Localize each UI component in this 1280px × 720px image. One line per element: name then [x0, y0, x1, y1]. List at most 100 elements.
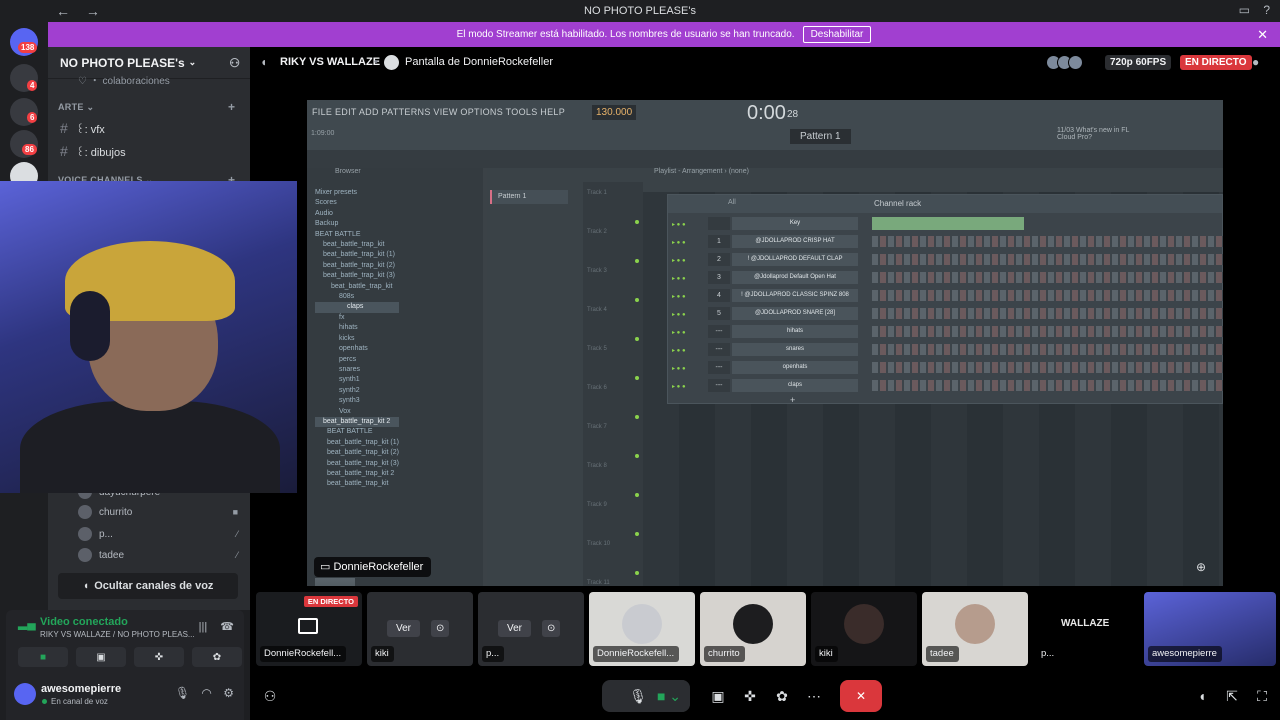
- channel-name[interactable]: openhats: [732, 361, 858, 374]
- tree-item[interactable]: beat_battle_trap_kit: [315, 479, 399, 489]
- voice-user[interactable]: tadee ⁄: [78, 548, 238, 562]
- channel-row[interactable]: ▸ ● ● --- snares: [672, 343, 1223, 357]
- tree-item[interactable]: beat_battle_trap_kit: [315, 240, 399, 250]
- track-label[interactable]: Track 7: [587, 424, 607, 430]
- inbox-icon[interactable]: ▭: [1239, 3, 1250, 17]
- voice-location[interactable]: RIKY VS WALLAZE / NO PHOTO PLEAS...: [40, 630, 195, 639]
- channel-name[interactable]: @JDOLLAPROD CRISP HAT: [732, 235, 858, 248]
- channel-row[interactable]: ▸ ● ● 3 @Jdollaprod Default Open Hat: [672, 271, 1223, 285]
- tree-item[interactable]: Audio: [315, 209, 399, 219]
- popout-icon[interactable]: ⊙: [431, 620, 450, 637]
- add-user-icon[interactable]: ⚇: [260, 680, 280, 712]
- step-sequencer[interactable]: [872, 254, 1223, 265]
- channel-item-dibujos[interactable]: # ꒰: dibujos: [60, 143, 126, 159]
- channel-row[interactable]: ▸ ● ● 5 @JDOLLAPROD SNARE [28]: [672, 307, 1223, 321]
- soundboard-icon[interactable]: ✿: [772, 680, 792, 712]
- voice-status[interactable]: Video conectado: [40, 616, 128, 628]
- add-user-icon[interactable]: ⚇: [229, 56, 240, 70]
- tree-item[interactable]: openhats: [315, 344, 399, 354]
- mic-icon[interactable]: 🎙︎: [175, 686, 190, 700]
- track-label[interactable]: Track 6: [587, 385, 607, 391]
- tree-item[interactable]: BEAT BATTLE: [315, 230, 399, 240]
- add-channel-icon[interactable]: +: [228, 100, 235, 114]
- channel-row[interactable]: ▸ ● ● --- hihats: [672, 325, 1223, 339]
- tree-item[interactable]: Mixer presets: [315, 188, 399, 198]
- screen-share-icon[interactable]: ▣: [708, 680, 728, 712]
- fullscreen-icon[interactable]: ⛶: [1252, 680, 1272, 712]
- step-sequencer[interactable]: [872, 380, 1223, 391]
- watch-stream-button[interactable]: Ver: [498, 620, 532, 637]
- more-icon[interactable]: ⋯: [804, 680, 824, 712]
- camera-toggle[interactable]: ■ ⌄: [648, 680, 690, 712]
- track-label[interactable]: Track 3: [587, 268, 607, 274]
- channel-item-partial[interactable]: ♡ ・ colaboraciones: [78, 72, 170, 87]
- step-sequencer[interactable]: [872, 344, 1223, 355]
- soundboard-button[interactable]: ✿: [192, 647, 242, 667]
- add-channel-icon[interactable]: +: [790, 395, 795, 405]
- tree-item[interactable]: hihats: [315, 323, 399, 333]
- channel-name[interactable]: @Jdollaprod Default Open Hat: [732, 271, 858, 284]
- participant-tile[interactable]: Ver ⊙ p...: [478, 592, 584, 666]
- step-sequencer[interactable]: [872, 290, 1223, 301]
- track-label[interactable]: Track 4: [587, 307, 607, 313]
- participant-tile[interactable]: WALLAZE p...: [1033, 592, 1139, 666]
- track-label[interactable]: Track 5: [587, 346, 607, 352]
- participant-tile[interactable]: EN DIRECTO DonnieRockefell...: [256, 592, 362, 666]
- track-label[interactable]: Track 2: [587, 229, 607, 235]
- avatar[interactable]: [14, 683, 36, 705]
- channel-name[interactable]: claps: [732, 379, 858, 392]
- close-icon[interactable]: ✕: [1257, 27, 1268, 43]
- channel-name[interactable]: snares: [732, 343, 858, 356]
- fl-menu[interactable]: FILE EDIT ADD PATTERNS VIEW OPTIONS TOOL…: [312, 107, 565, 117]
- tree-item[interactable]: beat_battle_trap_kit (2): [315, 448, 399, 458]
- webcam-feed[interactable]: [0, 181, 297, 493]
- activities-icon[interactable]: ✜: [740, 680, 760, 712]
- tree-item[interactable]: beat_battle_trap_kit 2: [315, 416, 399, 428]
- viewer-avatars[interactable]: [1046, 55, 1090, 70]
- volume-icon[interactable]: ◖: [1192, 680, 1212, 712]
- tree-item[interactable]: beat_battle_trap_kit (3): [315, 459, 399, 469]
- channel-row[interactable]: ▸ ● ● 4 ! @JDOLLAPROD CLASSIC SPINZ 808: [672, 289, 1223, 303]
- track-label[interactable]: Track 9: [587, 502, 607, 508]
- tree-item[interactable]: beat_battle_trap_kit: [315, 282, 399, 292]
- tree-item[interactable]: Scores: [315, 198, 399, 208]
- tree-item[interactable]: snares: [315, 365, 399, 375]
- track-label[interactable]: Track 11: [587, 580, 610, 586]
- tree-item-selected[interactable]: claps: [315, 302, 399, 313]
- channel-filter[interactable]: All: [728, 199, 736, 206]
- tree-item[interactable]: 808s: [315, 292, 399, 302]
- pattern-selector[interactable]: Pattern 1: [790, 129, 851, 144]
- step-sequencer[interactable]: [872, 308, 1223, 319]
- signal-icon[interactable]: ▂▄: [18, 616, 36, 630]
- tree-item[interactable]: synth1: [315, 375, 399, 385]
- tree-item[interactable]: Backup: [315, 219, 399, 229]
- headphones-icon[interactable]: ◠: [201, 686, 211, 700]
- tree-item[interactable]: Vox: [315, 407, 399, 417]
- participant-tile[interactable]: awesomepierre: [1144, 592, 1276, 666]
- tree-item[interactable]: kicks: [315, 334, 399, 344]
- watch-stream-button[interactable]: Ver: [387, 620, 421, 637]
- popout-icon[interactable]: ⊙: [542, 620, 561, 637]
- zoom-icon[interactable]: ⊕: [1196, 560, 1206, 574]
- screen-share-button[interactable]: ▣: [76, 647, 126, 667]
- pattern-item[interactable]: Pattern 1: [490, 190, 568, 204]
- tree-item[interactable]: beat_battle_trap_kit (1): [315, 250, 399, 260]
- tree-item[interactable]: percs: [315, 355, 399, 365]
- channel-name[interactable]: @JDOLLAPROD SNARE [28]: [732, 307, 858, 320]
- category-arte[interactable]: ARTE ⌄ +: [58, 100, 235, 114]
- channel-row[interactable]: ▸ ● ● 2 ! @JDOLLAPROD DEFAULT CLAP: [672, 253, 1223, 267]
- chat-icon[interactable]: ●: [1252, 55, 1259, 69]
- step-sequencer[interactable]: [872, 326, 1223, 337]
- tree-item[interactable]: beat_battle_trap_kit (3): [315, 271, 399, 281]
- shared-screen[interactable]: FILE EDIT ADD PATTERNS VIEW OPTIONS TOOL…: [307, 100, 1223, 586]
- step-sequencer[interactable]: [872, 362, 1223, 373]
- channel-name[interactable]: hihats: [732, 325, 858, 338]
- channel-row[interactable]: ▸ ● ● 1 @JDOLLAPROD CRISP HAT: [672, 235, 1223, 249]
- channel-name[interactable]: Key: [732, 217, 858, 230]
- timeline-ruler[interactable]: [643, 182, 1223, 192]
- activities-button[interactable]: ✜: [134, 647, 184, 667]
- participant-tile[interactable]: Ver ⊙ kiki: [367, 592, 473, 666]
- tree-item[interactable]: synth3: [315, 396, 399, 406]
- participant-tile[interactable]: tadee: [922, 592, 1028, 666]
- step-sequencer[interactable]: [872, 272, 1223, 283]
